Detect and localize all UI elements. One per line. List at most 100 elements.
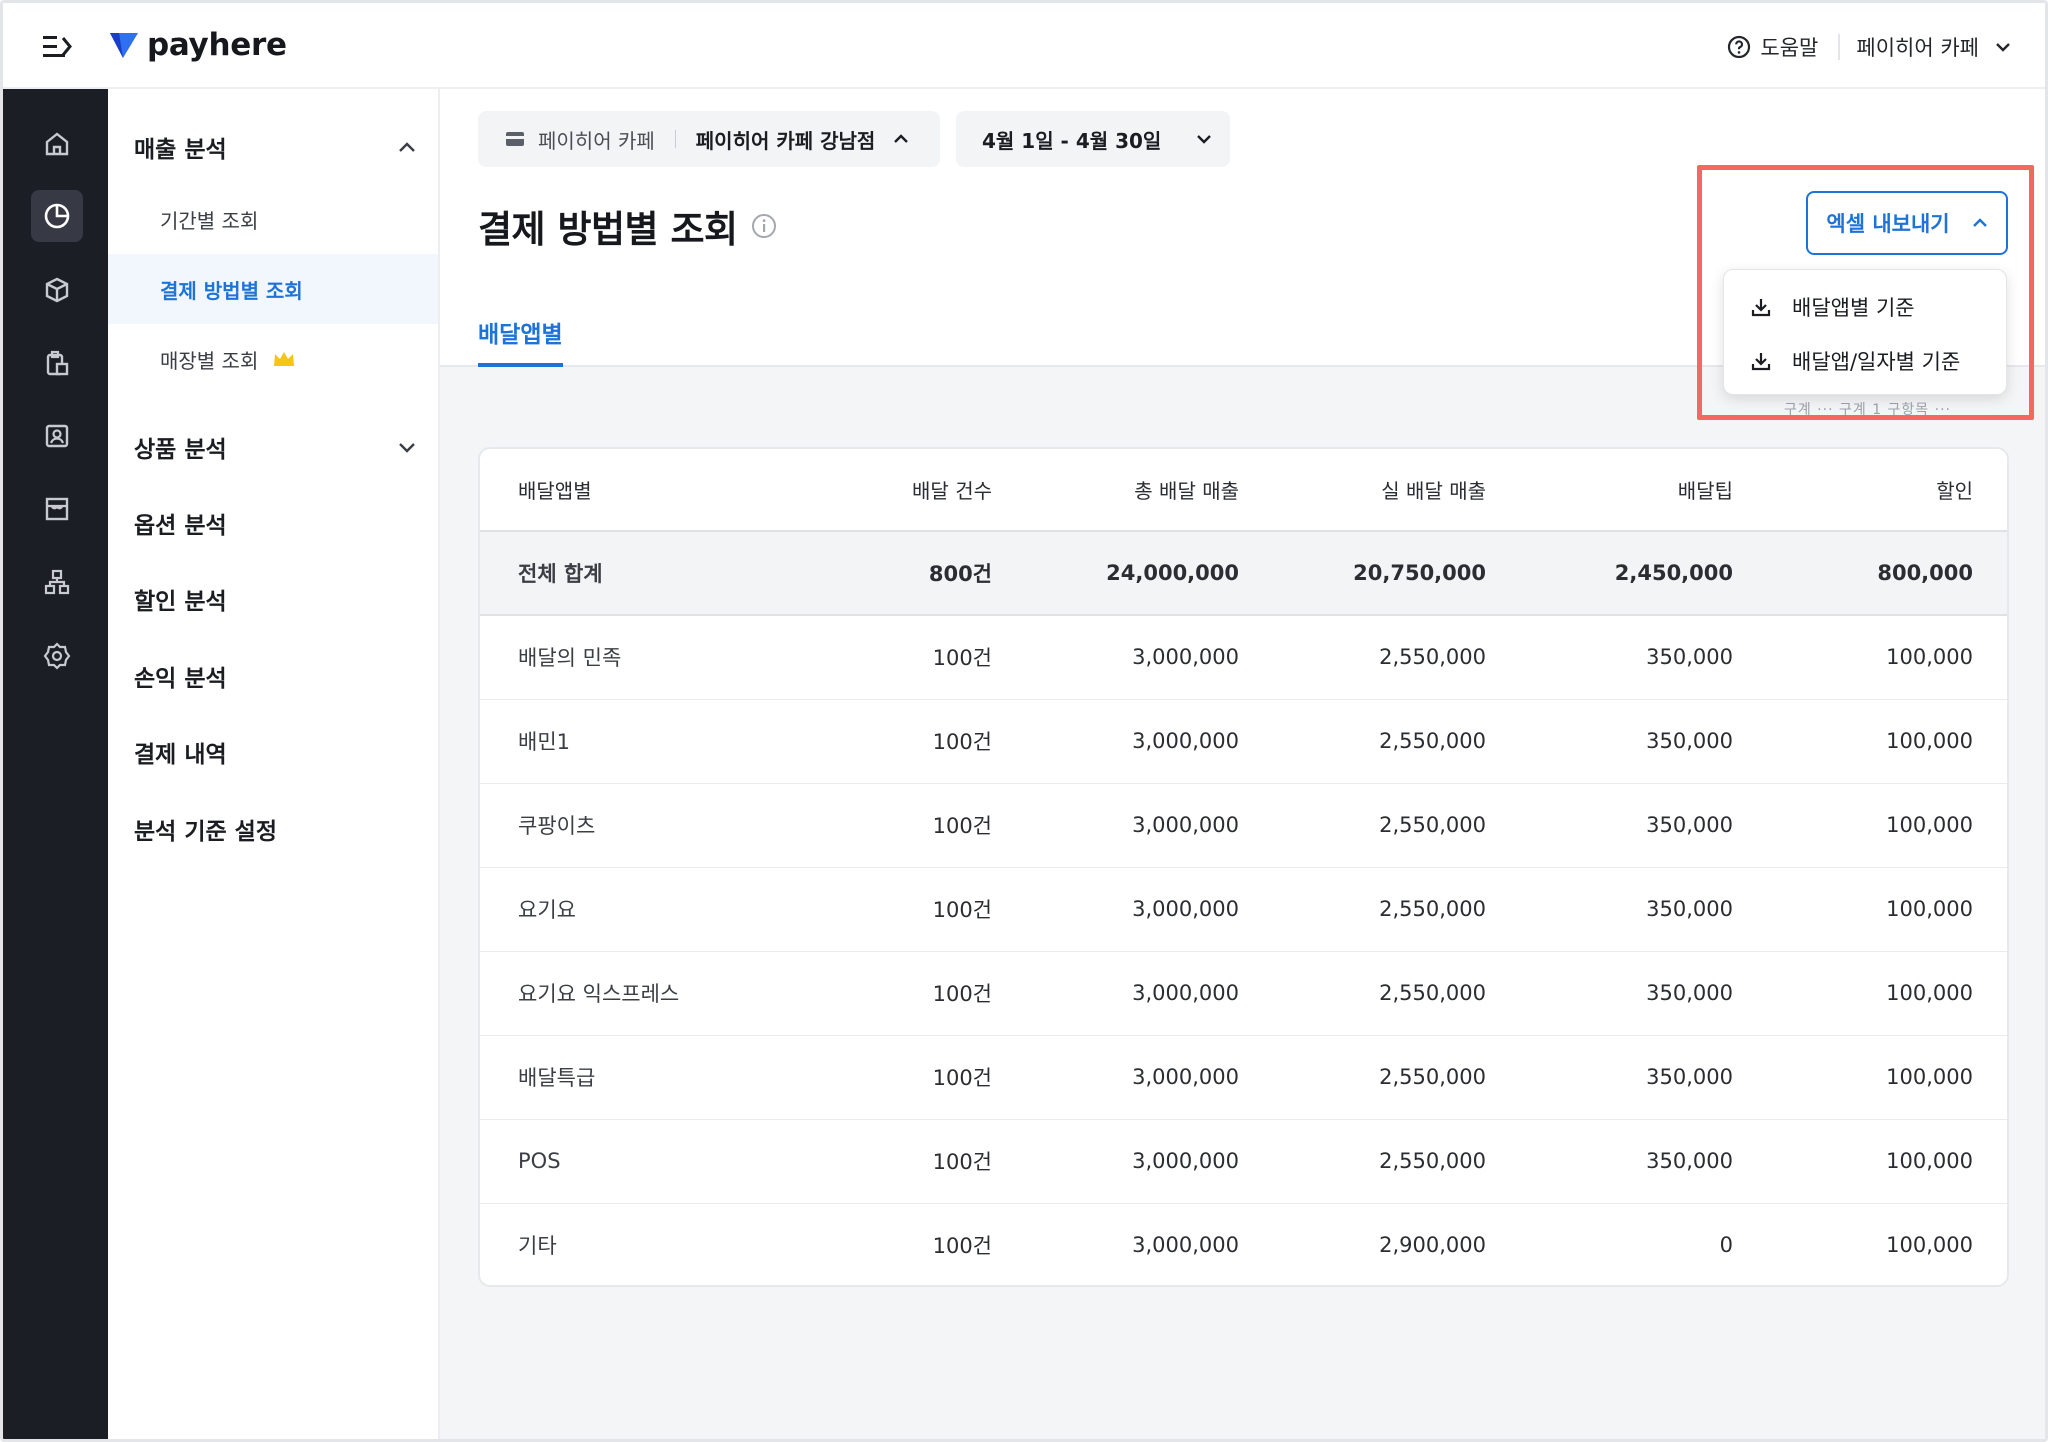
table-cell: 2,550,000	[1379, 1149, 1486, 1173]
table-cell: 배달특급	[518, 1066, 596, 1090]
table-cell: 350,000	[1646, 897, 1733, 921]
help-link[interactable]: 도움말	[1727, 32, 1818, 62]
payhere-logo[interactable]: payhere	[109, 27, 287, 63]
page-title-text: 결제 방법별 조회	[478, 208, 738, 251]
nav-option-analysis[interactable]: 옵션 분석	[134, 506, 227, 540]
table-cell: 350,000	[1646, 645, 1733, 670]
store-brand-label: 페이히어 카페	[538, 128, 655, 153]
table-cell: 100건	[932, 898, 992, 922]
table-cell: POS	[518, 1149, 561, 1173]
table-row: POS 100건 3,000,000 2,550,000 350,000 100…	[480, 1119, 2007, 1203]
table-cell: 2,550,000	[1379, 981, 1486, 1005]
table-cell: 100건	[932, 1150, 992, 1174]
nav-profit-analysis[interactable]: 손익 분석	[134, 659, 227, 693]
rail-sales-analysis[interactable]	[31, 190, 83, 242]
table-cell: 3,000,000	[1132, 1065, 1239, 1089]
nav-item-payment-method[interactable]: 결제 방법별 조회	[108, 254, 438, 324]
rail-customers[interactable]	[31, 410, 83, 462]
table-cell: 2,550,000	[1379, 897, 1486, 921]
nav-payment-history[interactable]: 결제 내역	[134, 735, 227, 769]
rail-inventory[interactable]	[31, 337, 83, 389]
table-cell: 100,000	[1886, 645, 1973, 670]
table-cell: 100,000	[1886, 1233, 1973, 1258]
page-title: 결제 방법별 조회	[478, 199, 778, 253]
column-header: 배달 건수	[912, 479, 992, 503]
nav-group-sales-analysis[interactable]: 매출 분석	[134, 130, 416, 164]
table-cell: 쿠팡이츠	[518, 814, 596, 838]
column-header: 배달팁	[1677, 479, 1733, 503]
rail-home[interactable]	[31, 118, 83, 170]
table-row: 요기요 100건 3,000,000 2,550,000 350,000 100…	[480, 867, 2007, 951]
column-header: 실 배달 매출	[1381, 479, 1486, 503]
table-cell: 2,550,000	[1379, 645, 1486, 670]
nav-group-label: 상품 분석	[134, 437, 227, 463]
store-account-dropdown[interactable]: 페이히어 카페	[1856, 32, 2011, 62]
table-cell: 2,550,000	[1379, 1065, 1486, 1089]
rail-organization[interactable]	[31, 556, 83, 608]
table-cell: 800,000	[1877, 561, 1973, 585]
nav-discount-analysis[interactable]: 할인 분석	[134, 582, 227, 616]
table-row: 배달특급 100건 3,000,000 2,550,000 350,000 10…	[480, 1035, 2007, 1119]
icon-rail	[3, 89, 108, 1439]
table-row: 쿠팡이츠 100건 3,000,000 2,550,000 350,000 10…	[480, 783, 2007, 867]
column-header: 총 배달 매출	[1134, 479, 1239, 503]
table-cell: 24,000,000	[1106, 561, 1239, 585]
table-cell: 100,000	[1886, 1065, 1973, 1089]
tab-delivery-app[interactable]: 배달앱별	[478, 311, 563, 367]
rail-products[interactable]	[31, 264, 83, 316]
person-card-icon	[45, 424, 69, 448]
store-branch-label: 페이히어 카페 강남점	[695, 128, 876, 153]
nav-group-label: 매출 분석	[134, 137, 227, 163]
table-cell: 요기요	[518, 898, 576, 922]
menu-toggle-icon[interactable]	[41, 33, 75, 61]
date-range-dropdown[interactable]: 4월 1일 - 4월 30일	[956, 111, 1230, 167]
settings-icon	[43, 642, 71, 670]
info-icon[interactable]	[750, 212, 778, 240]
table-cell: 20,750,000	[1353, 561, 1486, 585]
app-frame: payhere 도움말 페이히어 카페 매출 분석 기간별 조회 결제 방법별 …	[0, 0, 2048, 1442]
table-cell: 350,000	[1646, 813, 1733, 837]
filter-divider	[674, 130, 676, 148]
table-cell: 350,000	[1646, 1149, 1733, 1173]
table-cell: 100,000	[1886, 729, 1973, 753]
help-label: 도움말	[1760, 36, 1819, 60]
table-cell: 3,000,000	[1132, 729, 1239, 753]
table-cell: 3,000,000	[1132, 981, 1239, 1005]
rail-settings[interactable]	[31, 630, 83, 682]
table-cell: 2,550,000	[1379, 729, 1486, 753]
box-icon	[45, 277, 69, 303]
table-cell: 800건	[928, 562, 992, 586]
store-card-icon	[506, 132, 524, 146]
table-cell: 100,000	[1886, 813, 1973, 837]
table-cell: 350,000	[1646, 729, 1733, 753]
nav-group-product-analysis[interactable]: 상품 분석	[134, 430, 416, 464]
header-actions: 도움말 페이히어 카페	[1727, 27, 2011, 67]
table-row: 배민1 100건 3,000,000 2,550,000 350,000 100…	[480, 699, 2007, 783]
table-cell: 100건	[932, 1234, 992, 1259]
date-range-label: 4월 1일 - 4월 30일	[982, 128, 1162, 153]
table-cell: 기타	[518, 1234, 557, 1259]
nav-item-label: 결제 방법별 조회	[160, 278, 303, 303]
help-circle-icon	[1728, 35, 1751, 59]
table-cell: 100,000	[1886, 981, 1973, 1005]
clipboard-icon	[46, 350, 69, 376]
nav-analysis-settings[interactable]: 분석 기준 설정	[134, 812, 277, 846]
nav-item-period[interactable]: 기간별 조회	[108, 184, 438, 254]
table-cell: 100건	[932, 646, 992, 671]
column-header: 할인	[1936, 479, 1973, 503]
org-chart-icon	[44, 569, 70, 595]
store-filter-dropdown[interactable]: 페이히어 카페 페이히어 카페 강남점	[478, 111, 940, 167]
table-header-row: 배달앱별 배달 건수 총 배달 매출 실 배달 매출 배달팁 할인	[480, 449, 2007, 531]
rail-stores[interactable]	[31, 483, 83, 535]
total-row: 전체 합계 800건 24,000,000 20,750,000 2,450,0…	[480, 531, 2007, 615]
table-cell: 2,450,000	[1614, 561, 1733, 585]
nav-item-by-store[interactable]: 매장별 조회	[108, 324, 438, 394]
table-cell: 3,000,000	[1132, 1233, 1239, 1258]
home-icon	[45, 132, 69, 156]
sub-navigation: 매출 분석 기간별 조회 결제 방법별 조회 매장별 조회 상품 분석 옵션 분…	[108, 89, 440, 1439]
payhere-logo-icon	[110, 33, 138, 58]
table-cell: 100건	[932, 1066, 992, 1090]
table-row: 기타 100건 3,000,000 2,900,000 0 100,000	[480, 1203, 2007, 1285]
table-cell: 100건	[932, 814, 992, 838]
pie-chart-icon	[44, 203, 70, 229]
